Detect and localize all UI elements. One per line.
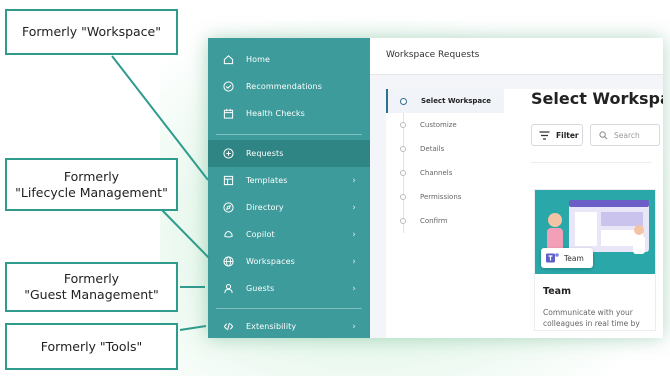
- callout-lifecycle: Formerly "Lifecycle Management": [5, 158, 178, 211]
- callout-line: Formerly: [63, 168, 120, 184]
- callout-line: "Guest Management": [24, 287, 159, 302]
- callout-line: Formerly: [63, 271, 120, 286]
- callout-workspace: Formerly "Workspace": [5, 9, 178, 55]
- callout-line: "Lifecycle Management": [15, 184, 168, 200]
- connector-lifecycle: [159, 207, 211, 260]
- connector-tools: [179, 325, 207, 331]
- callout-line: Formerly "Workspace": [22, 24, 161, 39]
- callout-guest: Formerly "Guest Management": [5, 262, 178, 312]
- callout-tools: Formerly "Tools": [5, 323, 178, 370]
- callout-line: Formerly "Tools": [40, 338, 143, 354]
